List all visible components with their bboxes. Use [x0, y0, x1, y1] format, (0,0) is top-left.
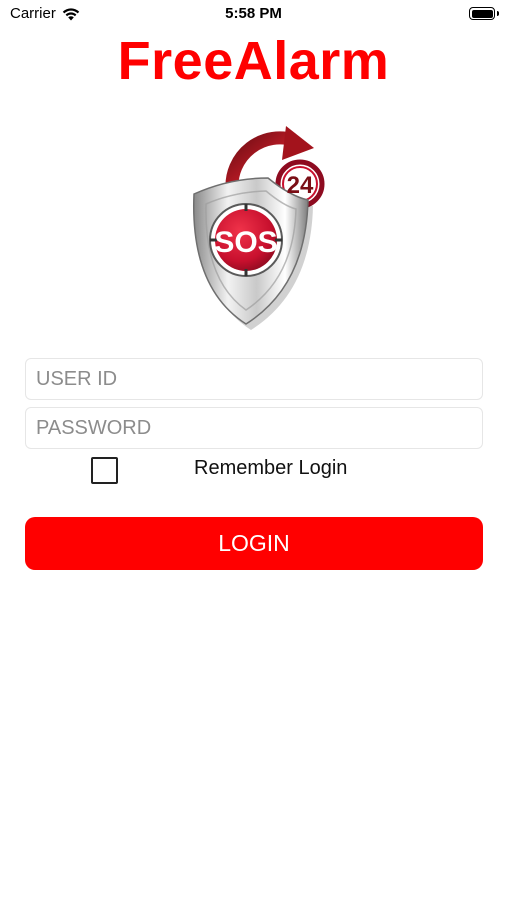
logo-24-text: 24: [287, 172, 314, 199]
status-time: 5:58 PM: [225, 5, 282, 22]
sos-shield-logo-icon: SOS 24: [192, 126, 325, 330]
login-button[interactable]: LOGIN: [25, 517, 483, 570]
status-bar: Carrier 5:58 PM: [0, 0, 507, 28]
logo-sos-text: SOS: [214, 226, 277, 259]
remember-login-checkbox[interactable]: [91, 457, 118, 484]
app-title: FreeAlarm: [117, 31, 390, 91]
remember-login-label: Remember Login: [194, 457, 348, 479]
password-input[interactable]: [25, 407, 483, 449]
user-id-input[interactable]: [25, 358, 483, 400]
battery-level-fill: [471, 9, 493, 18]
battery-full-icon: [469, 7, 499, 20]
